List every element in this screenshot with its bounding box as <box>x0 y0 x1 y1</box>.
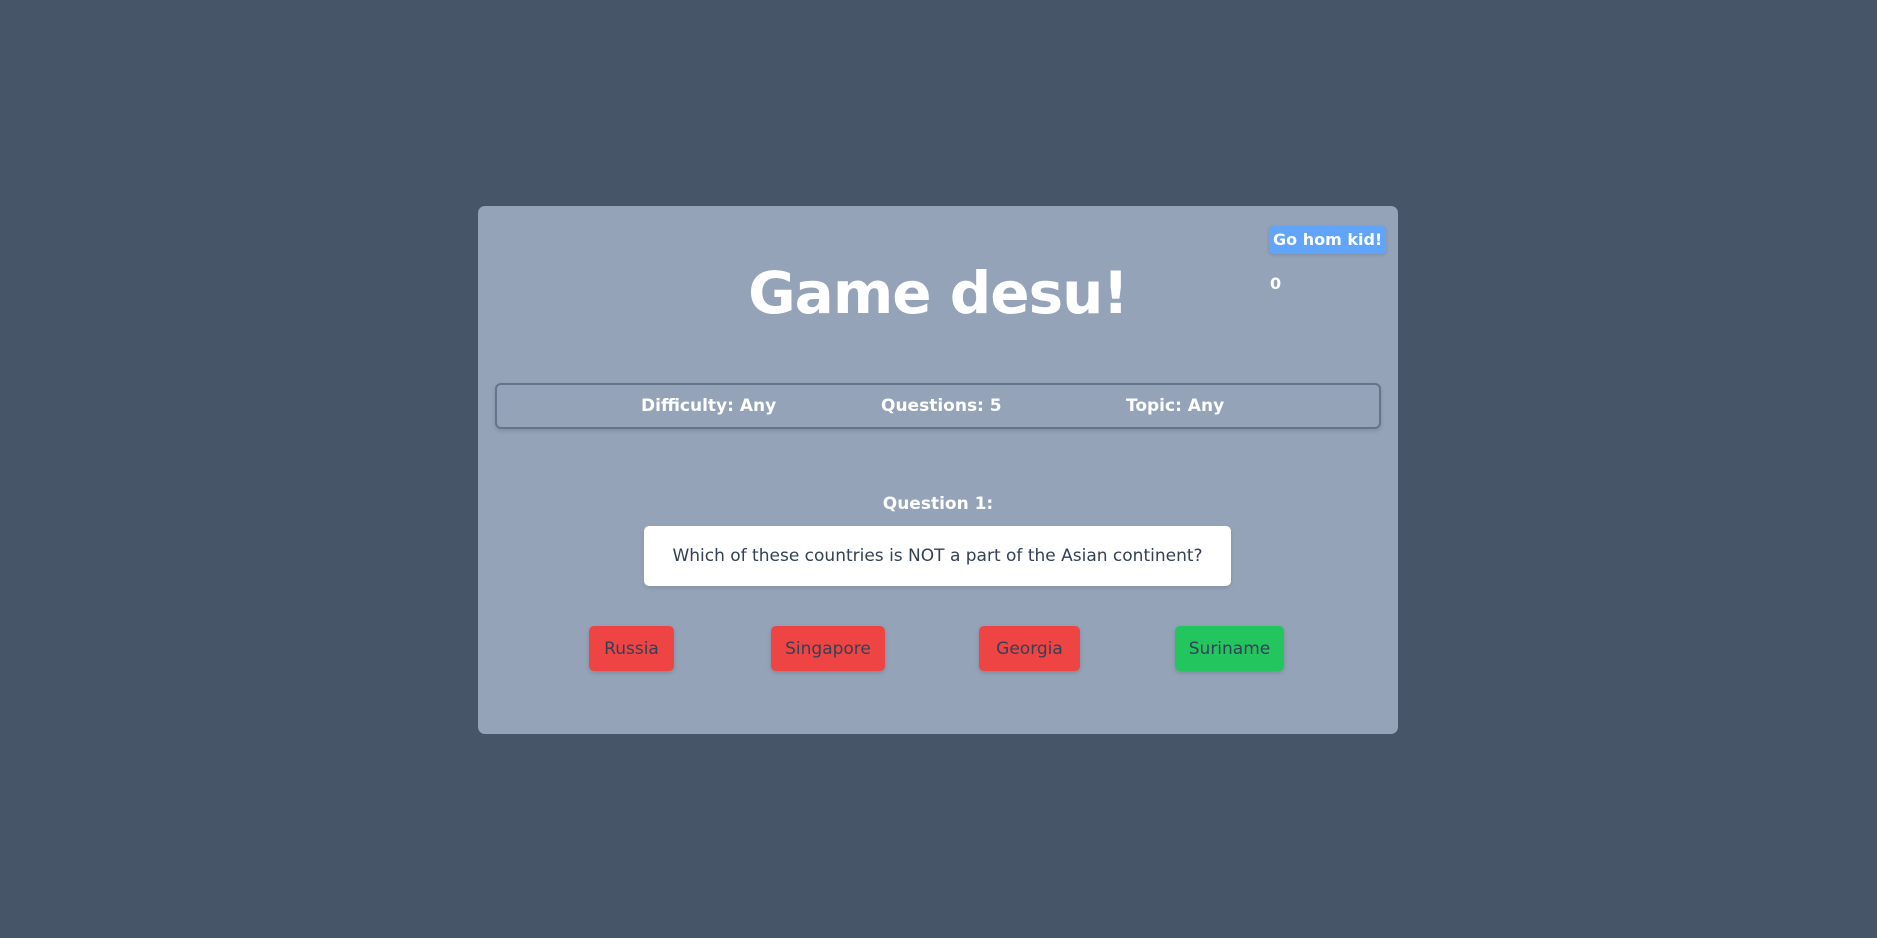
answer-button-georgia[interactable]: Georgia <box>979 626 1080 671</box>
question-text: Which of these countries is NOT a part o… <box>644 526 1231 586</box>
game-card: Go hom kid! 0 Game desu! Difficulty: Any… <box>478 206 1398 734</box>
difficulty-label: Difficulty: Any <box>641 396 777 416</box>
question-number: Question 1: <box>882 494 994 514</box>
game-settings-bar: Difficulty: Any Questions: 5 Topic: Any <box>495 383 1381 429</box>
answer-button-singapore[interactable]: Singapore <box>771 626 885 671</box>
answer-button-suriname[interactable]: Suriname <box>1175 626 1284 671</box>
answer-button-russia[interactable]: Russia <box>589 626 674 671</box>
question-count-label: Questions: 5 <box>881 396 1002 416</box>
topic-label: Topic: Any <box>1126 396 1225 416</box>
game-title: Game desu! <box>748 259 1129 327</box>
go-home-button[interactable]: Go hom kid! <box>1269 226 1387 254</box>
